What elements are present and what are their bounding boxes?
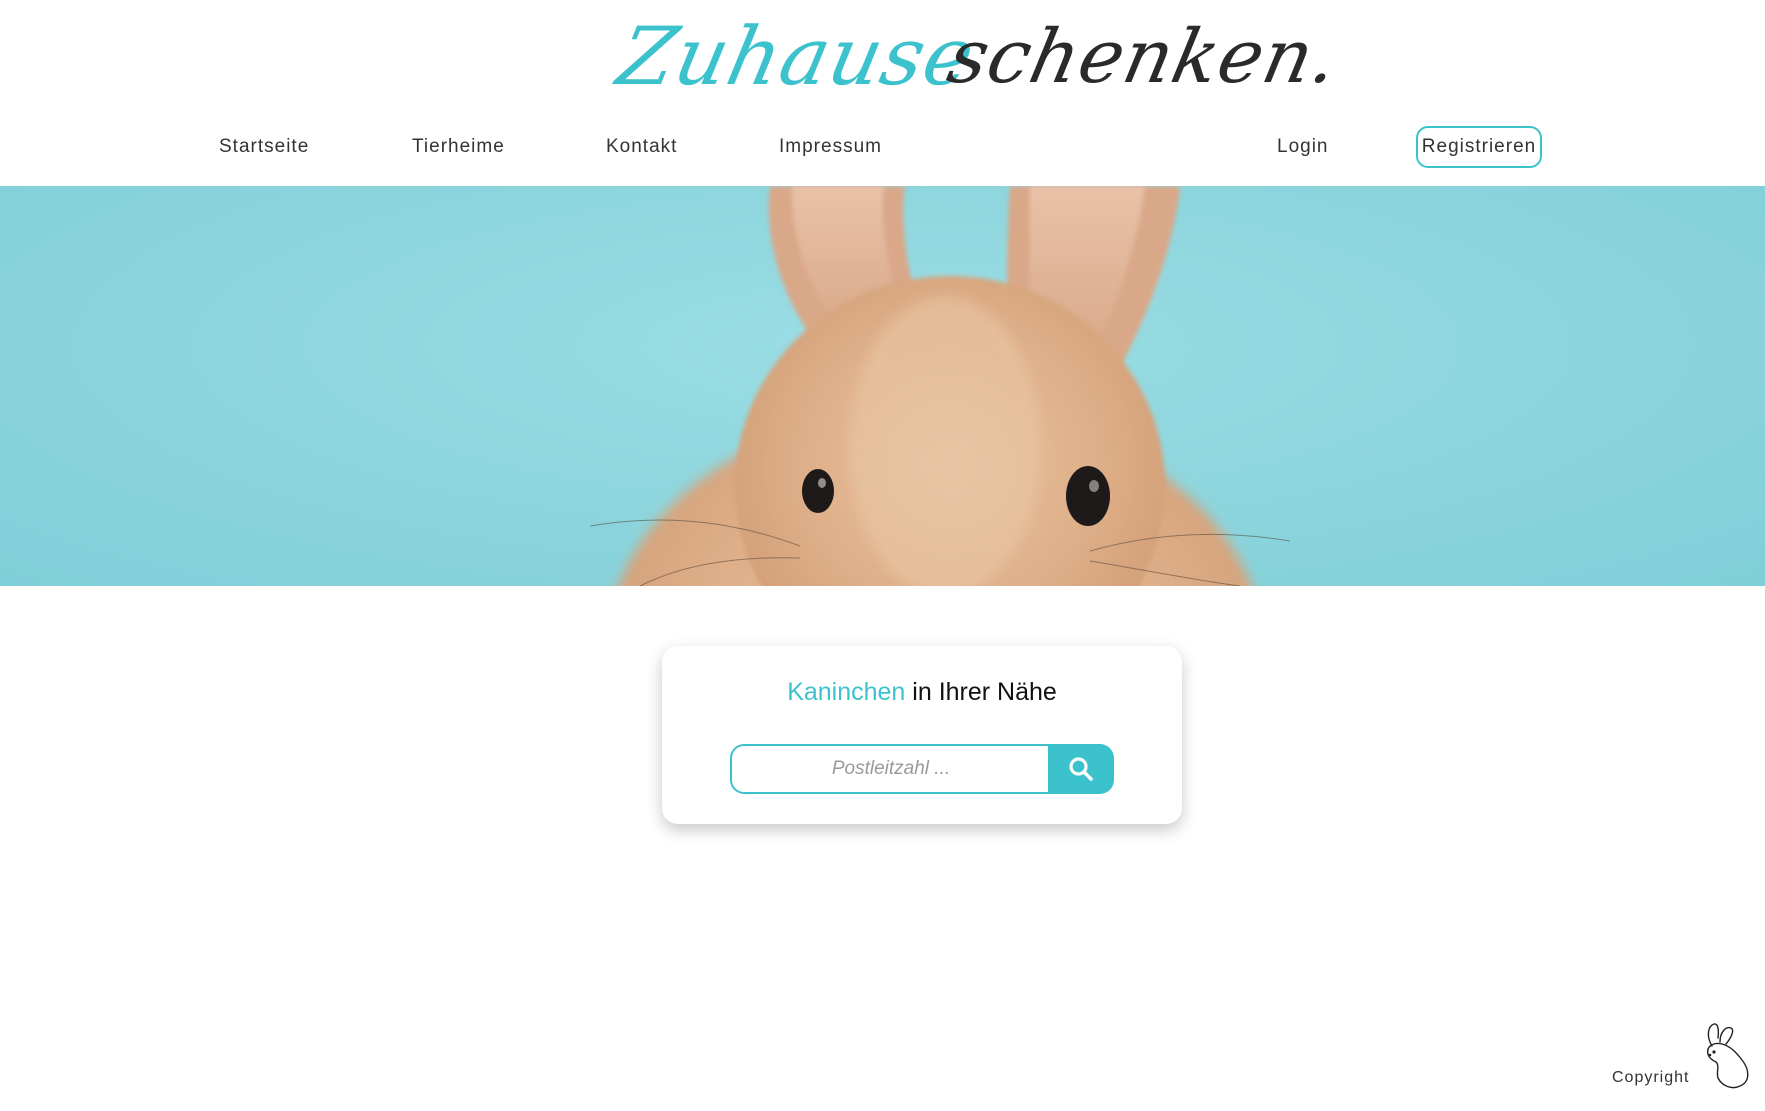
search-heading-rest: in Ihrer Nähe xyxy=(905,678,1057,706)
search-button[interactable] xyxy=(1048,744,1114,794)
postal-code-input[interactable] xyxy=(730,744,1050,794)
register-button[interactable]: Registrieren xyxy=(1416,126,1542,168)
nav-item-kontakt[interactable]: Kontakt xyxy=(606,136,677,158)
search-card: Kaninchen in Ihrer Nähe xyxy=(662,646,1182,824)
copyright-text: Copyright xyxy=(1612,1069,1690,1086)
logo-text-schenken: schenken. xyxy=(940,14,1347,100)
hero-rabbit-image xyxy=(0,186,1765,586)
search-heading-accent: Kaninchen xyxy=(787,678,906,706)
nav-item-startseite[interactable]: Startseite xyxy=(219,136,309,158)
logo-text-zuhause: Zuhause xyxy=(610,10,984,103)
page: Zuhause schenken. Startseite Tierheime K… xyxy=(0,0,1765,1111)
login-link[interactable]: Login xyxy=(1277,136,1329,158)
nav-item-tierheime[interactable]: Tierheime xyxy=(412,136,505,158)
search-icon xyxy=(1069,757,1093,781)
rabbit-illustration xyxy=(589,186,1291,586)
search-heading: Kaninchen in Ihrer Nähe xyxy=(662,678,1182,707)
nav-item-impressum[interactable]: Impressum xyxy=(779,136,882,158)
site-logo[interactable]: Zuhause schenken. xyxy=(0,0,1765,125)
bunny-icon xyxy=(1707,1023,1749,1089)
